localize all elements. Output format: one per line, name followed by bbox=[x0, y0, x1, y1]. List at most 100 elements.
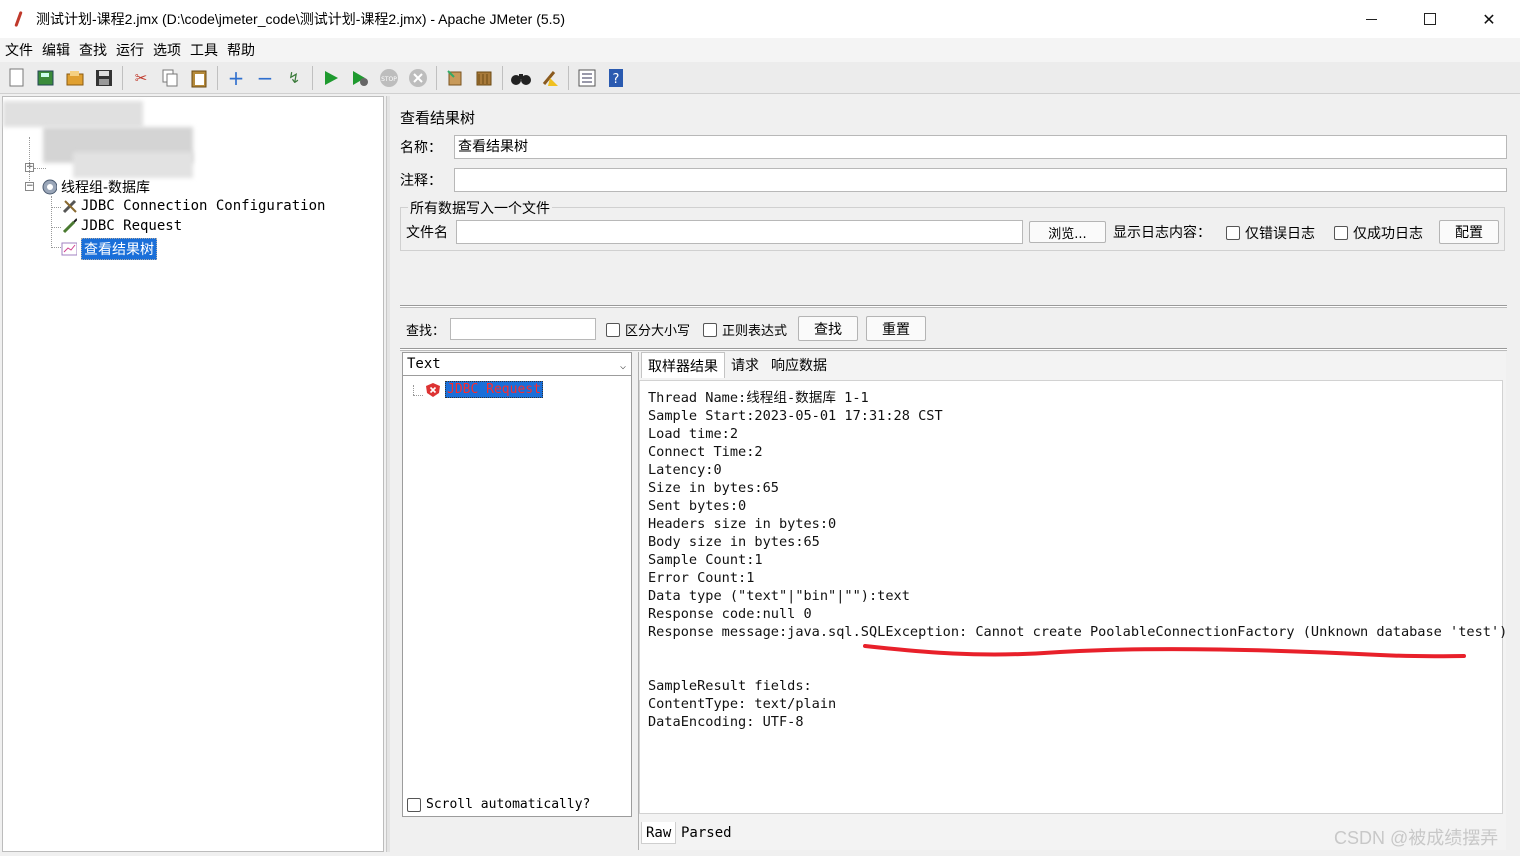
new-icon[interactable] bbox=[6, 67, 28, 89]
result-line: Thread Name:线程组-数据库 1-1 bbox=[648, 390, 869, 406]
sample-result-item[interactable]: JDBC Request bbox=[425, 381, 543, 398]
clear-all-icon[interactable] bbox=[473, 67, 495, 89]
toolbar-separator bbox=[217, 65, 218, 90]
test-plan-tree[interactable]: + − 线程组-数据库 JDBC Connection Configuratio… bbox=[2, 96, 384, 852]
menu-run[interactable]: 运行 bbox=[116, 40, 144, 60]
search-label: 查找： bbox=[406, 324, 446, 339]
paste-icon[interactable] bbox=[188, 67, 210, 89]
menu-search[interactable]: 查找 bbox=[79, 40, 107, 60]
reset-button[interactable]: 重置 bbox=[866, 316, 926, 341]
tree-line bbox=[34, 168, 46, 169]
tab-request[interactable]: 请求 bbox=[725, 352, 765, 378]
filename-label: 文件名 bbox=[406, 225, 448, 241]
comment-field[interactable] bbox=[454, 168, 1507, 192]
errors-only-checkbox[interactable]: 仅错误日志 bbox=[1226, 223, 1315, 243]
annotation-stroke bbox=[863, 644, 1466, 659]
regex-checkbox[interactable]: 正则表达式 bbox=[703, 320, 787, 339]
menu-tools[interactable]: 工具 bbox=[190, 40, 218, 60]
search-icon[interactable] bbox=[510, 67, 532, 89]
shutdown-icon[interactable] bbox=[407, 67, 429, 89]
result-line: Error Count:1 bbox=[648, 570, 755, 586]
renderer-select[interactable]: Text ⌵ bbox=[402, 352, 632, 376]
view-results-tree-panel: 查看结果树 名称： 查看结果树 注释： 所有数据写入一个文件 文件名 浏览...… bbox=[390, 96, 1517, 856]
browse-button[interactable]: 浏览... bbox=[1029, 221, 1106, 243]
success-only-label: 仅成功日志 bbox=[1353, 226, 1423, 242]
gear-icon bbox=[41, 179, 57, 195]
minimize-button[interactable] bbox=[1342, 0, 1400, 38]
find-button[interactable]: 查找 bbox=[798, 316, 858, 341]
clear-icon[interactable] bbox=[444, 67, 466, 89]
tree-node-jdbc-request[interactable]: JDBC Request bbox=[61, 218, 182, 234]
expand-icon[interactable]: + bbox=[225, 66, 247, 90]
jmeter-feather-icon bbox=[12, 10, 26, 28]
tab-raw[interactable]: Raw bbox=[641, 822, 677, 844]
search-field[interactable] bbox=[450, 318, 596, 340]
toolbar-separator bbox=[568, 65, 569, 90]
error-shield-icon bbox=[425, 382, 441, 398]
sample-result-list[interactable]: JDBC Request Scroll automatically? bbox=[402, 352, 632, 817]
configure-button[interactable]: 配置 bbox=[1439, 220, 1499, 244]
horizontal-divider[interactable] bbox=[400, 348, 1507, 351]
start-icon[interactable] bbox=[320, 67, 342, 89]
sampler-result-text[interactable]: Thread Name:线程组-数据库 1-1 Sample Start:2023… bbox=[639, 380, 1508, 814]
cut-icon[interactable]: ✂ bbox=[130, 67, 152, 89]
save-icon[interactable] bbox=[93, 67, 115, 89]
tree-node-thread-group[interactable]: 线程组-数据库 bbox=[41, 177, 150, 197]
tree-node-view-results-tree[interactable]: 查看结果树 bbox=[61, 238, 157, 260]
tree-expander[interactable]: − bbox=[25, 182, 34, 191]
pen-icon bbox=[61, 218, 77, 234]
title-bar: 测试计划-课程2.jmx (D:\code\jmeter_code\测试计划-课… bbox=[0, 0, 1520, 38]
start-no-pauses-icon[interactable] bbox=[349, 67, 371, 89]
result-line: Response code:null 0 bbox=[648, 606, 812, 622]
name-field[interactable]: 查看结果树 bbox=[454, 135, 1507, 159]
tree-node-label: JDBC Connection Configuration bbox=[81, 198, 326, 214]
menu-edit[interactable]: 编辑 bbox=[42, 40, 70, 60]
tree-line bbox=[51, 227, 61, 228]
chart-icon bbox=[61, 241, 77, 257]
menu-help[interactable]: 帮助 bbox=[227, 40, 255, 60]
menu-options[interactable]: 选项 bbox=[153, 40, 181, 60]
result-line: Sample Start:2023-05-01 17:31:28 CST bbox=[648, 408, 943, 424]
stop-icon[interactable]: STOP bbox=[378, 67, 400, 89]
watermark: CSDN @被成绩摆弄 bbox=[1334, 828, 1499, 848]
result-line: ContentType: text/plain bbox=[648, 696, 837, 712]
result-line: Latency:0 bbox=[648, 462, 722, 478]
log-display-label: 显示日志内容： bbox=[1113, 225, 1211, 241]
wrench-icon bbox=[61, 198, 77, 214]
success-only-checkbox[interactable]: 仅成功日志 bbox=[1334, 223, 1423, 243]
tree-node-jdbc-config[interactable]: JDBC Connection Configuration bbox=[61, 198, 325, 214]
templates-icon[interactable] bbox=[35, 67, 57, 89]
menu-bar: 文件 编辑 查找 运行 选项 工具 帮助 bbox=[0, 38, 1520, 62]
tab-parsed[interactable]: Parsed bbox=[677, 822, 736, 844]
result-line: Headers size in bytes:0 bbox=[648, 516, 837, 532]
case-sensitive-checkbox[interactable]: 区分大小写 bbox=[606, 320, 690, 339]
toolbar-separator bbox=[436, 65, 437, 90]
toolbar-separator bbox=[502, 65, 503, 90]
red-underline-annotation bbox=[863, 644, 1466, 659]
reset-search-icon[interactable] bbox=[539, 67, 561, 89]
close-button[interactable]: ✕ bbox=[1460, 0, 1518, 38]
result-line: Response message:java.sql.SQLException: … bbox=[648, 624, 1508, 640]
toolbar-separator bbox=[122, 65, 123, 90]
result-line: Connect Time:2 bbox=[648, 444, 763, 460]
tree-node-label: 线程组-数据库 bbox=[61, 180, 151, 196]
help-icon[interactable]: ? bbox=[605, 67, 627, 89]
open-icon[interactable] bbox=[64, 67, 86, 89]
filename-field[interactable] bbox=[456, 220, 1023, 244]
comment-label: 注释： bbox=[400, 173, 442, 189]
sample-result-label: JDBC Request bbox=[445, 381, 543, 398]
scroll-auto-checkbox[interactable]: Scroll automatically? bbox=[407, 797, 590, 812]
function-helper-icon[interactable] bbox=[576, 67, 598, 89]
renderer-value: Text bbox=[407, 356, 441, 372]
copy-icon[interactable] bbox=[159, 67, 181, 89]
tab-sampler-result[interactable]: 取样器结果 bbox=[641, 352, 725, 378]
name-label: 名称： bbox=[400, 140, 442, 156]
result-line: Data type ("text"|"bin"|""):text bbox=[648, 588, 910, 604]
toggle-icon[interactable]: ↯ bbox=[283, 67, 305, 89]
tab-response-data[interactable]: 响应数据 bbox=[765, 352, 833, 378]
horizontal-divider[interactable] bbox=[400, 305, 1507, 308]
maximize-button[interactable] bbox=[1401, 0, 1459, 38]
collapse-icon[interactable]: − bbox=[254, 66, 276, 90]
errors-only-label: 仅错误日志 bbox=[1245, 226, 1315, 242]
menu-file[interactable]: 文件 bbox=[5, 40, 33, 60]
